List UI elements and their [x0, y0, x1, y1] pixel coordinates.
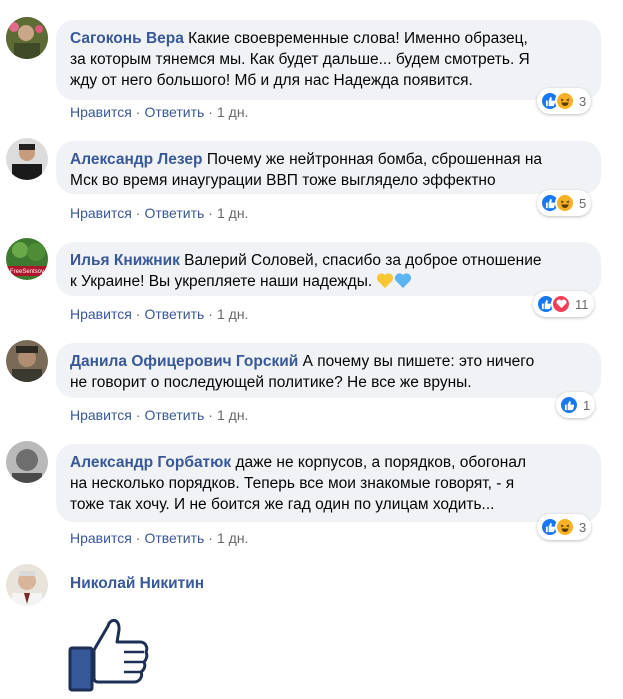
separator: ·	[135, 205, 141, 221]
reply-link[interactable]: Ответить	[144, 530, 204, 546]
timestamp[interactable]: 1 дн.	[217, 306, 248, 322]
comment-author[interactable]: Сагоконь Вера	[70, 30, 184, 47]
avatar[interactable]	[6, 564, 48, 606]
avatar[interactable]	[6, 340, 48, 382]
timestamp[interactable]: 1 дн.	[217, 407, 248, 423]
separator: ·	[208, 205, 213, 221]
haha-reaction-icon	[555, 517, 575, 537]
separator: ·	[208, 306, 213, 322]
reaction-count: 1	[583, 397, 591, 413]
comment-actions: Нравится · Ответить · 1 дн.	[70, 407, 248, 423]
love-reaction-icon	[551, 294, 571, 314]
comment-actions: Нравится · Ответить · 1 дн.	[70, 306, 248, 322]
reaction-count: 11	[575, 296, 589, 312]
avatar[interactable]	[6, 138, 48, 180]
timestamp[interactable]: 1 дн.	[217, 104, 248, 120]
blue-heart-icon	[394, 272, 412, 295]
comment-text: Валерий Соловей, спасибо за доброе отнош…	[184, 252, 542, 269]
comment-author[interactable]: Александр Горбатюк	[70, 454, 231, 471]
comment-author[interactable]: Илья Книжник	[70, 252, 180, 269]
like-reaction-icon	[559, 395, 579, 415]
comment-bubble: Данила Офицерович Горский А почему вы пи…	[56, 343, 601, 398]
comment-actions: Нравится · Ответить · 1 дн.	[70, 205, 248, 221]
haha-reaction-icon	[555, 91, 575, 111]
reaction-count: 3	[579, 519, 587, 535]
avatar[interactable]: FreeSentsov	[6, 238, 48, 280]
avatar[interactable]	[6, 441, 48, 483]
reply-link[interactable]: Ответить	[144, 104, 204, 120]
comment-text: А почему вы пишете: это ничего	[302, 353, 535, 370]
comment-author[interactable]: Александр Лезер	[70, 151, 203, 168]
separator: ·	[208, 530, 213, 546]
like-link[interactable]: Нравится	[70, 306, 132, 322]
comment-text: Почему же нейтронная бомба, сброшенная н…	[206, 151, 543, 168]
like-link[interactable]: Нравится	[70, 530, 132, 546]
comment-bubble: Илья Книжник Валерий Соловей, спасибо за…	[56, 242, 601, 296]
comment-text: даже не корпусов, а порядков, обогонал	[235, 454, 526, 471]
comment-text: Мск во время инаугурации ВВП тоже выгляд…	[70, 172, 496, 189]
reply-link[interactable]: Ответить	[144, 205, 204, 221]
reaction-count: 3	[579, 93, 587, 109]
separator: ·	[208, 407, 213, 423]
reactions-summary[interactable]: 1	[556, 392, 596, 418]
reactions-summary[interactable]: 3	[537, 514, 592, 540]
separator: ·	[135, 530, 141, 546]
timestamp[interactable]: 1 дн.	[217, 530, 248, 546]
reaction-count: 5	[579, 195, 587, 211]
separator: ·	[135, 306, 141, 322]
avatar[interactable]	[6, 17, 48, 59]
haha-reaction-icon	[555, 193, 575, 213]
comment-text: жду от него большого! Мб и для нас Надеж…	[70, 72, 473, 89]
comment-bubble: Александр Лезер Почему же нейтронная бом…	[56, 141, 601, 194]
comment-text: не говорит о последующей политике? Не вс…	[70, 374, 472, 391]
timestamp[interactable]: 1 дн.	[217, 205, 248, 221]
like-link[interactable]: Нравится	[70, 407, 132, 423]
reactions-summary[interactable]: 5	[537, 190, 592, 216]
comment-author[interactable]: Николай Никитин	[70, 575, 204, 593]
comment-bubble: Александр Горбатюк даже не корпусов, а п…	[56, 444, 601, 522]
comment-text: тоже так хочу. И не боится же гад один п…	[70, 496, 495, 513]
like-link[interactable]: Нравится	[70, 104, 132, 120]
comment-text: за которым тянемся мы. Как будет дальше.…	[70, 51, 530, 68]
comment-author[interactable]: Данила Офицерович Горский	[70, 353, 298, 370]
like-link[interactable]: Нравится	[70, 205, 132, 221]
yellow-heart-icon	[376, 272, 394, 295]
comment-actions: Нравится · Ответить · 1 дн.	[70, 530, 248, 546]
reply-link[interactable]: Ответить	[144, 407, 204, 423]
comment-text: Какие своевременные слова! Именно образе…	[188, 30, 528, 47]
comment-actions: Нравится · Ответить · 1 дн.	[70, 104, 248, 120]
separator: ·	[135, 104, 141, 120]
comment-bubble: Сагоконь Вера Какие своевременные слова!…	[56, 20, 601, 100]
svg-text:FreeSentsov: FreeSentsov	[10, 269, 44, 275]
separator: ·	[135, 407, 141, 423]
reply-link[interactable]: Ответить	[144, 306, 204, 322]
reactions-summary[interactable]: 11	[533, 291, 594, 317]
separator: ·	[208, 104, 213, 120]
thumbs-up-sticker-icon	[68, 610, 150, 697]
comment-text: к Украине! Вы укрепляете наши надежды.	[70, 273, 373, 290]
comment-text: на несколько порядков. Теперь все мои зн…	[70, 475, 515, 492]
reactions-summary[interactable]: 3	[537, 88, 592, 114]
